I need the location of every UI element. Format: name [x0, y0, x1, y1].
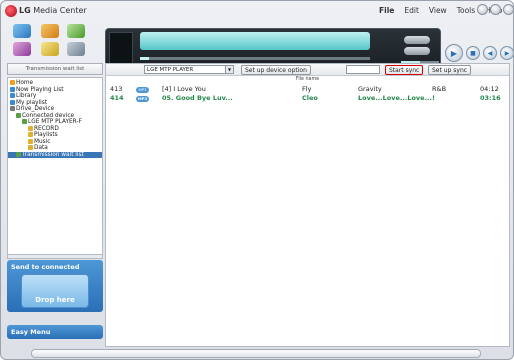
- play-button[interactable]: ▶: [445, 44, 463, 62]
- cell-time: 04:12: [480, 85, 499, 93]
- app-title: LG Media Center: [19, 6, 87, 15]
- tree-item-label: Transmission wait list: [22, 151, 84, 158]
- transport-controls: ▶ ■ ◀ ▶: [445, 44, 513, 62]
- left-panel-header[interactable]: Transmission wait list: [7, 63, 103, 75]
- tree-item-label: Data: [34, 145, 48, 151]
- tree-item-label: LGE MTP PLAYER-F: [28, 119, 82, 125]
- send-title: Send to connected: [11, 263, 80, 271]
- shuffle-toggle[interactable]: [404, 47, 430, 55]
- device-select-value: LGE MTP PLAYER: [147, 67, 194, 73]
- window-controls: [477, 4, 513, 15]
- tree-item-label: Playlists: [34, 132, 58, 138]
- cell-genre: R&B: [432, 85, 447, 93]
- stop-button[interactable]: ■: [466, 46, 480, 60]
- home-icon: [10, 80, 15, 85]
- cell-artist: Love...Love...Love...!: [358, 94, 435, 102]
- playlist-icon: [10, 99, 15, 105]
- next-button[interactable]: ▶: [500, 46, 513, 60]
- device-toolbar: LGE MTP PLAYER ▼ Set up device option St…: [106, 64, 509, 76]
- cell-title: 05. Good Bye Luv...: [162, 94, 233, 102]
- send-to-connected-panel: Send to connected Drop here: [7, 260, 103, 312]
- drive-icon: [10, 106, 15, 111]
- app-name: Media Center: [33, 6, 87, 15]
- menu-file[interactable]: File: [379, 6, 394, 15]
- mp3-badge: MP3: [136, 95, 149, 102]
- maximize-button[interactable]: [490, 4, 501, 15]
- start-sync-button[interactable]: Start sync: [385, 65, 424, 75]
- tree-item-label: Connected device: [22, 112, 75, 119]
- seek-bar[interactable]: [140, 57, 370, 60]
- tree-item-label: Library: [16, 93, 37, 99]
- tree-item-label: My playlist: [16, 99, 48, 106]
- main-panel: LGE MTP PLAYER ▼ Set up device option St…: [105, 63, 510, 347]
- easy-menu-button[interactable]: Easy Menu: [7, 325, 103, 339]
- seek-bar-fill: [140, 57, 150, 60]
- device-select[interactable]: LGE MTP PLAYER ▼: [144, 65, 234, 74]
- menu-tools[interactable]: Tools: [457, 6, 475, 15]
- app-window: LG Media Center File Edit View Tools Hel…: [0, 0, 514, 360]
- cell-num: 414: [110, 94, 124, 102]
- player-icon: [22, 119, 27, 124]
- track-info-bar: [140, 32, 370, 50]
- cell-album: Fly: [302, 85, 312, 93]
- table-row[interactable]: 413 MP3 [4] I Love You Fly Gravity R&B 04:12: [106, 85, 509, 94]
- device-icon: [16, 112, 21, 118]
- folder-icon: [28, 132, 33, 137]
- tree-item-label: Music: [34, 138, 51, 145]
- table-row[interactable]: 414 MP3 05. Good Bye Luv... Cleo Love...Love…: [106, 94, 509, 103]
- file-name-column-header[interactable]: File name: [106, 76, 509, 83]
- radio-icon[interactable]: [13, 42, 31, 56]
- tree-scrollbar[interactable]: [7, 254, 103, 259]
- now-playing-icon: [10, 86, 15, 92]
- previous-button[interactable]: ◀: [483, 46, 497, 60]
- burn-icon[interactable]: [41, 24, 59, 38]
- title-bar: LG Media Center File Edit View Tools Hel…: [1, 1, 513, 19]
- close-button[interactable]: [503, 4, 513, 15]
- toolbar: ▶ ■ ◀ ▶: [1, 18, 513, 71]
- lg-logo-icon: [5, 5, 17, 17]
- set-device-option-button[interactable]: Set up device option: [241, 65, 311, 75]
- guide-icon[interactable]: [41, 42, 59, 56]
- tree-item-label: Drive_Device: [16, 106, 55, 112]
- cell-num: 413: [110, 85, 123, 93]
- status-bar: [31, 349, 481, 358]
- library-icon: [10, 93, 15, 98]
- set-up-sync-button[interactable]: Set up sync: [428, 65, 472, 75]
- minimize-button[interactable]: [477, 4, 488, 15]
- cd-rip-icon[interactable]: [13, 24, 31, 38]
- tree-item[interactable]: Transmission wait list: [8, 151, 102, 158]
- cell-time: 03:16: [480, 94, 501, 102]
- cell-title: [4] I Love You: [162, 85, 206, 93]
- menu-view[interactable]: View: [429, 6, 447, 15]
- sync-icon[interactable]: [67, 24, 85, 38]
- repeat-toggle[interactable]: [404, 36, 430, 44]
- folder-icon: [28, 138, 33, 144]
- transmission-icon: [16, 151, 21, 157]
- left-panel: Transmission wait list Home Now Playing L…: [7, 63, 103, 347]
- drop-zone[interactable]: Drop here: [21, 274, 89, 308]
- settings-icon[interactable]: [67, 42, 85, 56]
- menu-edit[interactable]: Edit: [404, 6, 419, 15]
- tree-item-label: RECORD: [34, 125, 59, 132]
- cell-artist: Gravity: [358, 85, 382, 93]
- chevron-down-icon: ▼: [225, 66, 233, 73]
- tree-item-label: Home: [16, 80, 34, 86]
- sync-status-field: [346, 65, 380, 74]
- folder-icon: [28, 145, 33, 150]
- app-brand: LG: [19, 6, 31, 15]
- navigation-tree: Home Now Playing List Library My playlist Dr…: [7, 77, 103, 255]
- tree-item-label: Now Playing List: [16, 86, 64, 93]
- folder-icon: [28, 125, 33, 131]
- mp3-badge: MP3: [136, 86, 149, 93]
- cell-album: Cleo: [302, 94, 318, 102]
